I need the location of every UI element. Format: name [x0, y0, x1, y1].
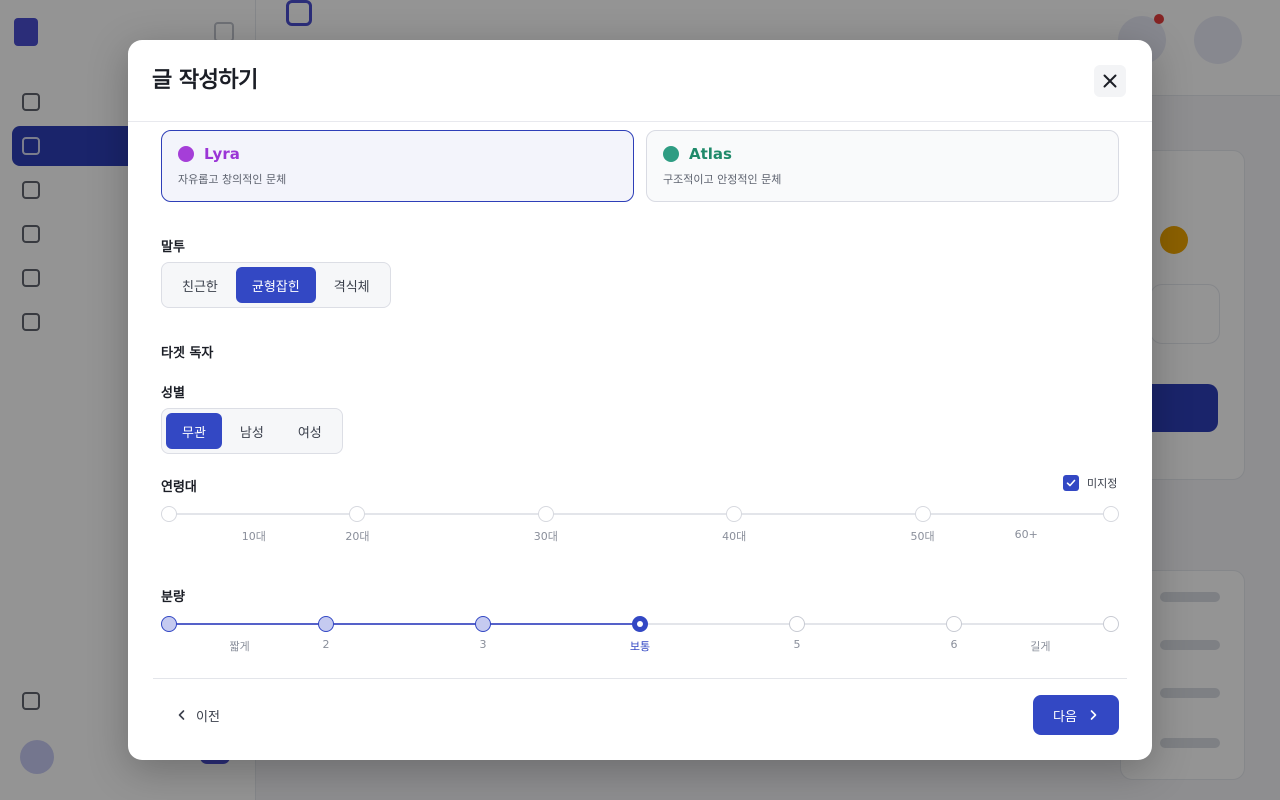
slider-track-segment: [958, 623, 1107, 625]
age-label: 연령대: [161, 480, 197, 495]
slider-tick-label: 보통: [629, 640, 651, 653]
persona-name: Lyra: [204, 145, 240, 163]
gender-option-male[interactable]: 남성: [224, 413, 280, 449]
slider-step-knob[interactable]: [1103, 616, 1119, 632]
slider-tick-label: 5: [793, 638, 801, 651]
slider-step-knob[interactable]: [914, 506, 931, 522]
length-label: 분량: [161, 590, 185, 605]
close-icon: [1103, 74, 1117, 88]
checkbox-label: 미지정: [1087, 477, 1118, 490]
slider-step-knob[interactable]: [475, 616, 491, 632]
slider-step-knob[interactable]: [946, 616, 962, 632]
close-button[interactable]: [1094, 65, 1126, 97]
slider-step-knob[interactable]: [537, 506, 554, 522]
slider-step-knob[interactable]: [161, 616, 177, 632]
gender-option-any[interactable]: 무관: [166, 413, 222, 449]
slider-step-knob[interactable]: [161, 506, 177, 522]
slider-tick-label: 60+: [1014, 528, 1038, 541]
modal-header: 글 작성하기: [128, 40, 1152, 122]
slider-step-knob[interactable]: [349, 506, 366, 522]
slider-track-segment: [738, 513, 919, 515]
slider-track-segment: [330, 623, 479, 625]
slider-step-knob[interactable]: [726, 506, 743, 522]
next-label: 다음: [1053, 709, 1077, 725]
slider-tick-label: 3: [479, 638, 487, 651]
tone-option-balanced[interactable]: 균형잡힌: [235, 267, 316, 303]
footer-divider: [153, 678, 1127, 679]
slider-track-segment: [644, 623, 793, 625]
chevron-right-icon: [1090, 710, 1097, 720]
slider-track-segment: [487, 623, 636, 625]
checkbox-box: [1063, 475, 1079, 491]
next-button[interactable]: 다음: [1033, 695, 1119, 735]
persona-color-dot: [663, 146, 679, 162]
slider-tick-label: 20대: [345, 530, 370, 543]
slider-step-knob[interactable]: [318, 616, 334, 632]
persona-card-atlas[interactable]: Atlas 구조적이고 안정적인 문체: [646, 130, 1119, 202]
persona-name: Atlas: [689, 145, 732, 163]
slider-step-knob[interactable]: [789, 616, 805, 632]
slider-track-segment: [801, 623, 950, 625]
slider-tick-label: 짧게: [229, 640, 250, 653]
slider-step-knob[interactable]: [1103, 506, 1119, 522]
slider-track-segment: [361, 513, 542, 515]
persona-description: 구조적이고 안정적인 문체: [663, 173, 782, 186]
length-slider[interactable]: 짧게 2 3 보통 5 6 길게: [161, 616, 1119, 666]
slider-tick-label: 6: [950, 638, 958, 651]
slider-tick-label: 40대: [722, 530, 747, 543]
tone-option-formal[interactable]: 격식체: [318, 267, 386, 303]
persona-description: 자유롭고 창의적인 문체: [178, 173, 287, 186]
prev-button[interactable]: 이전: [176, 700, 220, 730]
check-icon: [1066, 479, 1076, 487]
slider-step-knob[interactable]: [632, 616, 648, 632]
persona-card-lyra[interactable]: Lyra 자유롭고 창의적인 문체: [161, 130, 634, 202]
persona-color-dot: [178, 146, 194, 162]
tone-label: 말투: [161, 240, 185, 255]
slider-tick-label: 10대: [241, 530, 266, 543]
tone-option-friendly[interactable]: 친근한: [166, 267, 234, 303]
gender-label: 성별: [161, 386, 185, 401]
slider-track-segment: [926, 513, 1107, 515]
persona-selector: Lyra 자유롭고 창의적인 문체 Atlas 구조적이고 안정적인 문체: [161, 130, 1119, 202]
slider-track-segment: [549, 513, 731, 515]
modal-title: 글 작성하기: [152, 68, 258, 93]
slider-tick-label: 2: [322, 638, 330, 651]
persona-header: Lyra: [178, 145, 617, 163]
slider-tick-label: 길게: [1030, 640, 1051, 653]
age-slider[interactable]: 10대 20대 30대 40대 50대 60+: [161, 506, 1119, 556]
slider-tick-label: 50대: [910, 530, 935, 543]
persona-header: Atlas: [663, 145, 1102, 163]
slider-track-segment: [173, 513, 354, 515]
chevron-left-icon: [178, 710, 185, 720]
tone-selector: 친근한 균형잡힌 격식체: [161, 262, 391, 308]
gender-selector: 무관 남성 여성: [161, 408, 343, 454]
slider-track-segment: [173, 623, 322, 625]
slider-tick-label: 30대: [533, 530, 558, 543]
prev-label: 이전: [196, 709, 220, 725]
target-reader-label: 타겟 독자: [161, 346, 214, 361]
write-post-modal: 글 작성하기 Lyra 자유롭고 창의적인 문체 Atlas 구조적이고 안정적…: [128, 40, 1152, 760]
gender-option-female[interactable]: 여성: [282, 413, 338, 449]
age-unspecified-checkbox[interactable]: 미지정: [1063, 475, 1117, 491]
